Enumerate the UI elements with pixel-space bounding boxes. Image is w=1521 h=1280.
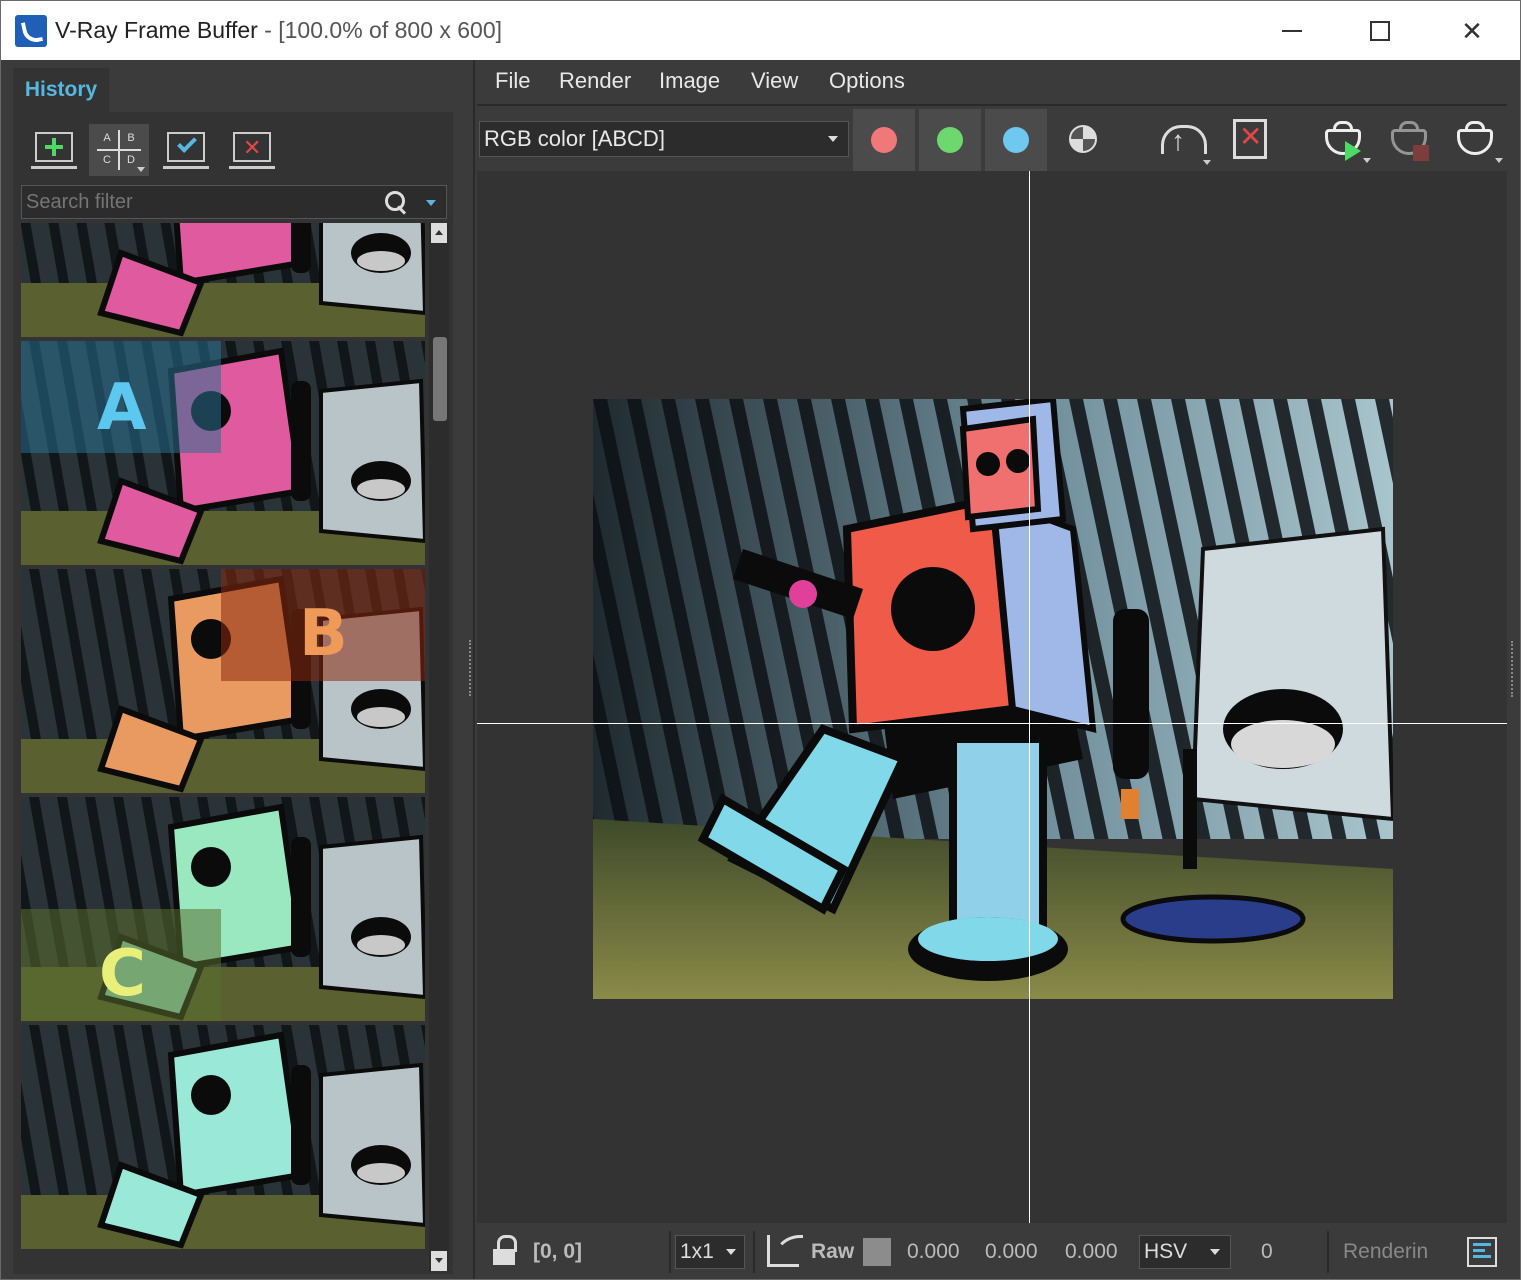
raw-label: Raw xyxy=(811,1240,855,1263)
pixel-color-swatch xyxy=(863,1238,891,1266)
status-bar: [0, 0] 1x1 Raw 0.000 0.000 0.000 HSV 0 R… xyxy=(477,1225,1507,1279)
stop-render-icon[interactable] xyxy=(1385,119,1437,163)
color-space-select[interactable]: HSV xyxy=(1139,1235,1231,1269)
remove-history-button[interactable]: ✕ xyxy=(221,124,281,176)
compare-slot-label: A xyxy=(97,371,147,445)
scroll-up-button[interactable] xyxy=(431,223,447,243)
history-scrollbar[interactable] xyxy=(429,223,449,1271)
pixel-value-b: 0.000 xyxy=(1065,1240,1118,1263)
menu-file[interactable]: File xyxy=(495,68,530,94)
red-channel-icon xyxy=(871,127,897,153)
hsv-value: 0 xyxy=(1261,1240,1273,1263)
render-status-text: Renderin xyxy=(1343,1240,1429,1263)
save-to-history-button[interactable] xyxy=(23,124,83,176)
scroll-down-button[interactable] xyxy=(431,1251,447,1271)
history-thumbnail-list: A B C xyxy=(21,223,425,1271)
history-thumbnail[interactable]: A xyxy=(21,341,425,565)
window-title-name: V-Ray Frame Buffer xyxy=(55,17,258,43)
minimize-icon xyxy=(1282,30,1302,32)
ab-compare-button[interactable]: A B C D xyxy=(89,124,149,176)
search-icon[interactable] xyxy=(384,190,408,214)
window-title: V-Ray Frame Buffer - [100.0% of 800 x 60… xyxy=(55,17,502,44)
compare-slot-label: B xyxy=(299,597,348,671)
pixel-value-g: 0.000 xyxy=(985,1240,1038,1263)
close-icon: ✕ xyxy=(1461,16,1483,46)
remove-frame-icon: ✕ xyxy=(233,132,271,162)
crosshair-vertical xyxy=(1029,171,1030,1223)
cloud-upload-icon[interactable] xyxy=(1157,117,1211,165)
alpha-channel-icon[interactable] xyxy=(1069,125,1097,153)
compare-slot-label: C xyxy=(99,937,146,1011)
menu-image[interactable]: Image xyxy=(659,68,720,94)
tab-history[interactable]: History xyxy=(13,68,109,112)
clear-image-icon[interactable]: ✕ xyxy=(1227,117,1281,165)
status-divider xyxy=(669,1231,671,1273)
pixel-coords: [0, 0] xyxy=(533,1240,583,1263)
check-frame-icon xyxy=(167,132,205,162)
search-dropdown-icon[interactable] xyxy=(426,200,436,206)
maximize-button[interactable] xyxy=(1357,9,1403,53)
sample-size-value: 1x1 xyxy=(680,1240,714,1263)
menu-render[interactable]: Render xyxy=(559,68,631,94)
vfb-window: V-Ray Frame Buffer - [100.0% of 800 x 60… xyxy=(0,0,1521,1280)
channel-select[interactable]: RGB color [ABCD] xyxy=(479,121,849,157)
log-window-icon[interactable] xyxy=(1467,1237,1497,1267)
color-curve-icon[interactable] xyxy=(767,1235,803,1267)
abcd-compare-icon: A B C D xyxy=(97,130,141,170)
pixel-value-r: 0.000 xyxy=(907,1240,960,1263)
history-thumbnail[interactable] xyxy=(21,223,425,337)
blue-channel-icon xyxy=(1003,127,1029,153)
menu-bar: File Render Image View Options xyxy=(477,60,1507,106)
chevron-down-icon xyxy=(137,167,145,172)
blue-channel-button[interactable] xyxy=(985,109,1047,171)
history-thumbnail[interactable]: B xyxy=(21,569,425,793)
chevron-down-icon xyxy=(828,136,838,142)
vray-logo-icon xyxy=(15,15,47,47)
maximize-icon xyxy=(1370,21,1390,41)
search-filter-box xyxy=(21,185,447,219)
scroll-thumb[interactable] xyxy=(433,337,447,421)
lock-pixel-icon[interactable] xyxy=(489,1235,519,1267)
chevron-down-icon xyxy=(1210,1249,1220,1255)
main-toolbar: RGB color [ABCD] ✕ xyxy=(477,107,1507,171)
green-channel-icon xyxy=(937,127,963,153)
load-history-button[interactable] xyxy=(155,124,215,176)
menu-view[interactable]: View xyxy=(751,68,798,94)
minimize-button[interactable] xyxy=(1269,9,1315,53)
history-body: A B C D ✕ A B C xyxy=(13,112,453,1274)
sample-size-select[interactable]: 1x1 xyxy=(675,1235,745,1269)
add-frame-icon xyxy=(35,132,73,162)
rendered-image xyxy=(593,399,1393,999)
channel-select-value: RGB color [ABCD] xyxy=(484,126,665,151)
interactive-render-icon[interactable] xyxy=(1451,119,1503,163)
history-thumbnail[interactable]: C xyxy=(21,797,425,1021)
render-viewport[interactable] xyxy=(477,171,1507,1223)
window-title-suffix: - [100.0% of 800 x 600] xyxy=(257,17,503,43)
panel-splitter[interactable] xyxy=(467,60,475,1279)
close-button[interactable]: ✕ xyxy=(1449,9,1495,53)
right-panel-grip[interactable] xyxy=(1511,641,1515,697)
search-input[interactable] xyxy=(22,186,382,218)
render-teapot-icon[interactable] xyxy=(1319,119,1371,163)
green-channel-button[interactable] xyxy=(919,109,981,171)
menu-options[interactable]: Options xyxy=(829,68,905,94)
red-channel-button[interactable] xyxy=(853,109,915,171)
chevron-down-icon xyxy=(726,1249,736,1255)
color-space-value: HSV xyxy=(1144,1240,1188,1263)
status-divider xyxy=(753,1231,755,1273)
history-panel: History A B C D ✕ Search filter A B C xyxy=(1,60,467,1279)
title-bar: V-Ray Frame Buffer - [100.0% of 800 x 60… xyxy=(1,1,1520,60)
history-thumbnail[interactable] xyxy=(21,1025,425,1249)
status-divider xyxy=(1327,1231,1329,1273)
crosshair-horizontal xyxy=(477,723,1507,724)
